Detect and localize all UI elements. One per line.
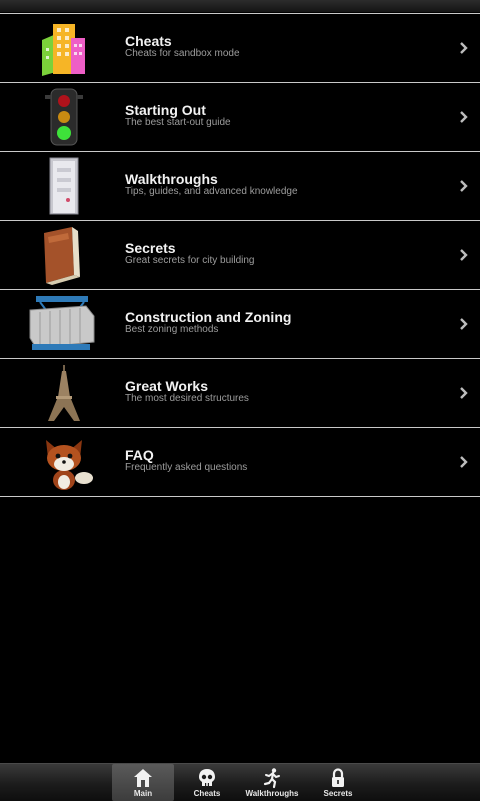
menu-item-starting-out[interactable]: Starting Out The best start-out guide — [0, 83, 480, 152]
menu-item-subtitle: Best zoning methods — [125, 324, 219, 335]
menu-item-cheats[interactable]: Cheats Cheats for sandbox mode — [0, 14, 480, 83]
shipping-container-icon — [24, 294, 104, 354]
chevron-right-icon — [460, 318, 468, 330]
menu-item-construction-and-zoning[interactable]: Construction and Zoning Best zoning meth… — [0, 290, 480, 359]
menu-item-title: Great Works — [125, 378, 208, 394]
tab-label: Secrets — [323, 789, 353, 798]
tab-walkthroughs[interactable]: Walkthroughs — [241, 764, 303, 801]
menu-item-title: Walkthroughs — [125, 171, 218, 187]
menu-item-faq[interactable]: FAQ Frequently asked questions — [0, 428, 480, 497]
chevron-right-icon — [460, 42, 468, 54]
tab-label: Main — [133, 789, 153, 798]
home-icon — [134, 769, 152, 787]
menu-item-title: FAQ — [125, 447, 154, 463]
menu-item-subtitle: Cheats for sandbox mode — [125, 48, 240, 59]
chevron-right-icon — [460, 456, 468, 468]
menu-item-subtitle: The most desired structures — [125, 393, 249, 404]
tab-secrets[interactable]: Secrets — [307, 764, 369, 801]
tab-main[interactable]: Main — [112, 764, 174, 801]
chevron-right-icon — [460, 180, 468, 192]
bottom-tab-bar: Main Cheats Walkthroughs Secrets — [0, 763, 480, 801]
menu-list: Cheats Cheats for sandbox mode Starting … — [0, 13, 480, 497]
lock-icon — [332, 768, 344, 787]
tab-label: Cheats — [193, 789, 221, 798]
traffic-light-icon — [24, 87, 104, 147]
menu-item-title: Starting Out — [125, 102, 206, 118]
chevron-right-icon — [460, 387, 468, 399]
tab-label: Walkthroughs — [245, 789, 299, 798]
menu-item-great-works[interactable]: Great Works The most desired structures — [0, 359, 480, 428]
menu-item-subtitle: Frequently asked questions — [125, 462, 248, 473]
fox-icon — [24, 432, 104, 492]
menu-item-title: Secrets — [125, 240, 176, 256]
menu-item-walkthroughs[interactable]: Walkthroughs Tips, guides, and advanced … — [0, 152, 480, 221]
tab-cheats[interactable]: Cheats — [176, 764, 238, 801]
menu-item-subtitle: The best start-out guide — [125, 117, 231, 128]
menu-item-title: Construction and Zoning — [125, 309, 292, 325]
menu-item-secrets[interactable]: Secrets Great secrets for city building — [0, 221, 480, 290]
menu-item-title: Cheats — [125, 33, 172, 49]
chevron-right-icon — [460, 249, 468, 261]
menu-item-subtitle: Great secrets for city building — [125, 255, 255, 266]
skull-icon — [199, 769, 215, 786]
chevron-right-icon — [460, 111, 468, 123]
status-bar — [0, 0, 480, 12]
book-icon — [24, 225, 104, 285]
eiffel-tower-icon — [24, 363, 104, 423]
menu-item-subtitle: Tips, guides, and advanced knowledge — [125, 186, 298, 197]
city-buildings-icon — [24, 18, 104, 78]
running-man-icon — [263, 768, 280, 789]
door-icon — [24, 156, 104, 216]
